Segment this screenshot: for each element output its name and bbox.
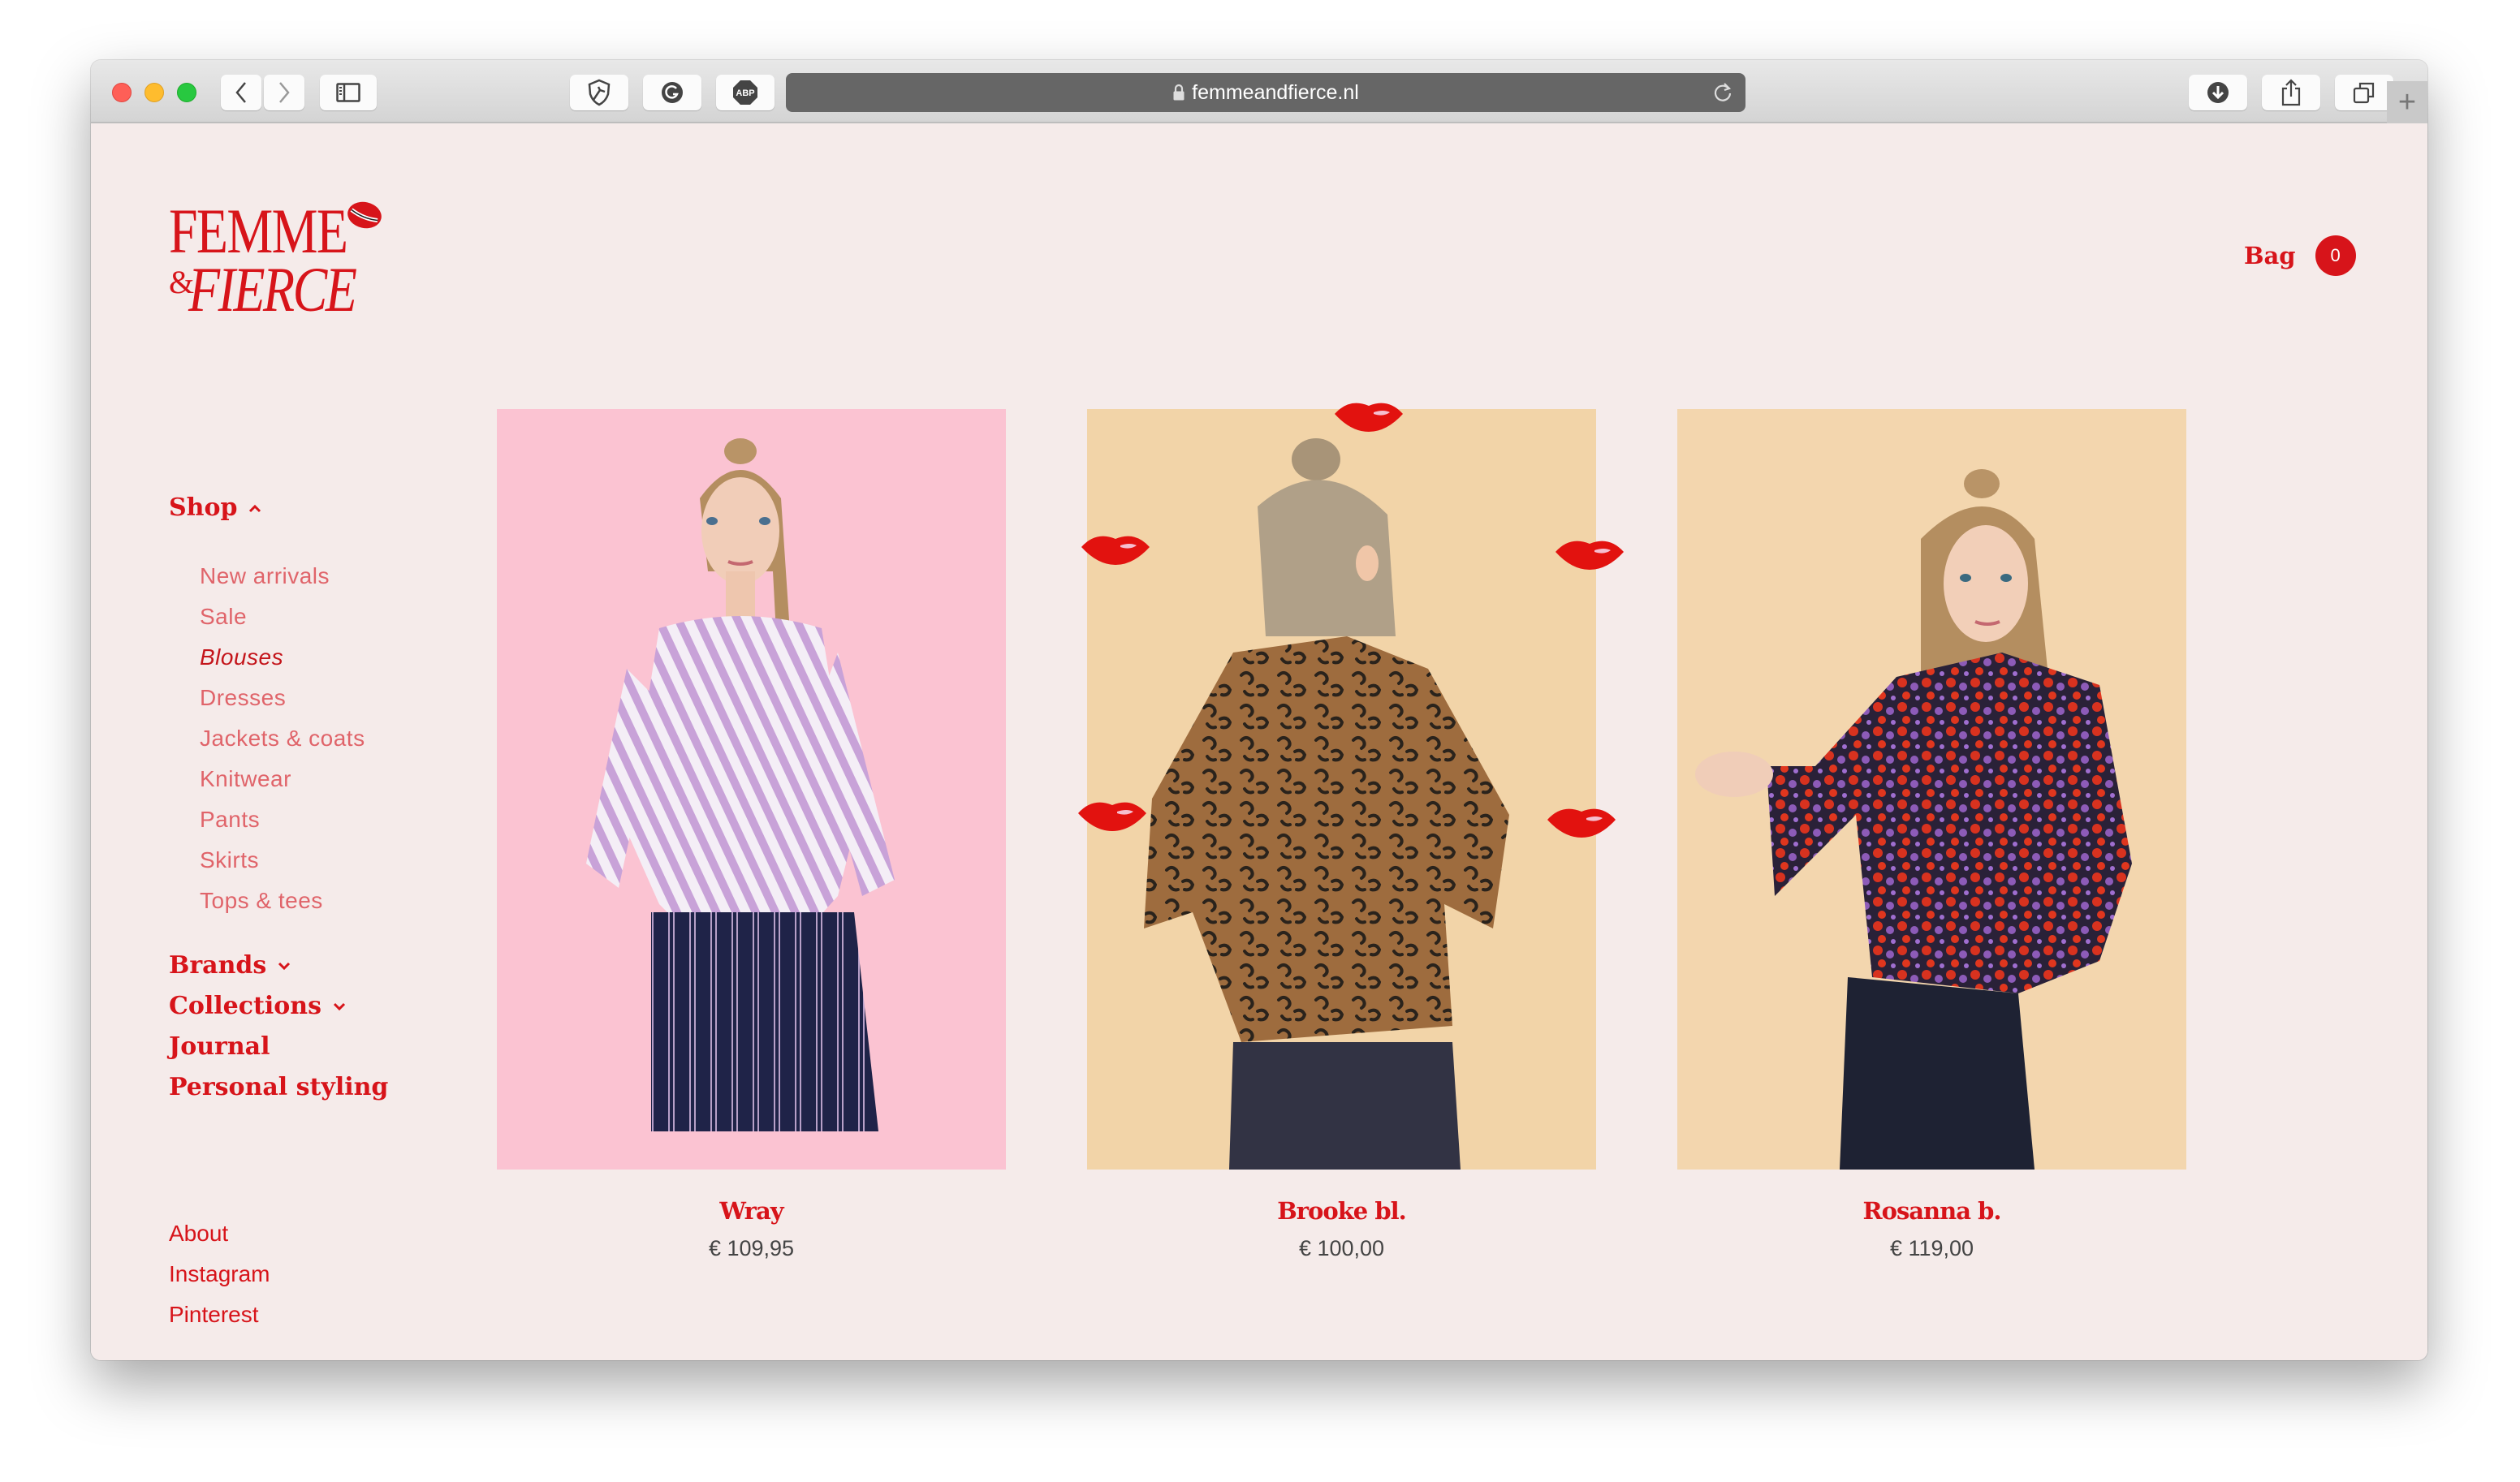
close-window-button[interactable] <box>112 83 132 102</box>
product-price: € 100,00 <box>1298 1236 1385 1260</box>
grammarly-icon <box>660 80 684 105</box>
chevron-up-icon <box>248 503 261 513</box>
footer-link-instagram[interactable]: Instagram <box>169 1261 270 1287</box>
address-bar[interactable]: femmeandfierce.nl <box>786 73 1745 112</box>
product-name[interactable]: Wray <box>497 1197 1006 1225</box>
nav-tops-tees[interactable]: Tops & tees <box>200 888 323 914</box>
sidebar-icon <box>336 83 360 102</box>
nav-personal-styling-label: Personal styling <box>169 1073 389 1101</box>
new-tab-button[interactable]: + <box>2387 81 2427 123</box>
product-image[interactable] <box>1087 409 1596 1170</box>
chevron-right-icon <box>276 80 292 105</box>
logo-line-fierce: FIERCE <box>188 254 357 325</box>
fullscreen-window-button[interactable] <box>177 83 196 102</box>
product-image[interactable] <box>1677 409 2186 1170</box>
chevron-down-icon <box>278 961 291 971</box>
lips-icon <box>1546 802 1617 843</box>
back-button[interactable] <box>221 75 261 110</box>
grammarly-extension-button[interactable] <box>643 75 701 110</box>
nav-collections[interactable]: Collections <box>169 992 346 1020</box>
nav-pants[interactable]: Pants <box>200 807 260 833</box>
product-card[interactable]: Wray € 109,95 <box>497 409 1006 1261</box>
bag-label: Bag <box>2244 242 2296 269</box>
product-card[interactable]: Rosanna b. € 119,00 <box>1677 409 2186 1261</box>
nav-sale[interactable]: Sale <box>200 604 247 630</box>
bag-count-badge: 0 <box>2315 235 2356 276</box>
shield-extension-button[interactable] <box>570 75 628 110</box>
nav-personal-styling[interactable]: Personal styling <box>169 1073 388 1101</box>
nav-journal[interactable]: Journal <box>169 1032 270 1061</box>
product-name[interactable]: Brooke bl. <box>1087 1197 1596 1225</box>
plus-icon: + <box>2397 84 2417 119</box>
nav-new-arrivals[interactable]: New arrivals <box>200 563 330 589</box>
product-card[interactable]: Brooke bl. € 100,00 <box>1087 409 1596 1261</box>
lips-icon <box>1080 529 1151 571</box>
product-price: € 119,00 <box>1889 1236 1974 1260</box>
nav-brands[interactable]: Brands <box>169 951 291 980</box>
nav-blouses[interactable]: Blouses <box>200 644 283 670</box>
forward-button[interactable] <box>264 75 304 110</box>
adblock-plus-icon: ABP <box>731 79 759 106</box>
browser-toolbar: ABP femmeandfierce.nl + <box>91 60 2427 123</box>
adblock-extension-button[interactable]: ABP <box>716 75 775 110</box>
shield-extension-icon <box>587 79 611 106</box>
svg-text:ABP: ABP <box>736 88 754 98</box>
brand-logo[interactable]: FEMME & FIERCE <box>169 200 396 321</box>
footer-link-pinterest[interactable]: Pinterest <box>169 1302 259 1328</box>
chevron-left-icon <box>233 80 249 105</box>
product-name[interactable]: Rosanna b. <box>1677 1197 2186 1225</box>
tab-overview-button[interactable] <box>2335 75 2393 110</box>
minimize-window-button[interactable] <box>145 83 164 102</box>
nav-shop-label: Shop <box>169 493 238 522</box>
nav-skirts[interactable]: Skirts <box>200 847 259 873</box>
lock-icon <box>1172 84 1185 101</box>
lips-icon <box>1333 396 1405 437</box>
browser-window: ABP femmeandfierce.nl + FEMME & FIERCE B… <box>91 60 2427 1360</box>
reload-button[interactable] <box>1711 81 1734 110</box>
lips-icon <box>1077 795 1148 837</box>
product-image[interactable] <box>497 409 1006 1170</box>
lips-icon <box>1554 534 1625 575</box>
nav-shop[interactable]: Shop <box>169 493 261 522</box>
lips-logo-icon <box>346 200 383 235</box>
nav-knitwear[interactable]: Knitwear <box>200 766 291 792</box>
web-page: FEMME & FIERCE Bag 0 Shop New arrivals S… <box>91 125 2427 1360</box>
tab-overview-icon <box>2353 81 2375 104</box>
share-icon <box>2281 79 2302 106</box>
url-text: femmeandfierce.nl <box>1192 80 1359 104</box>
share-button[interactable] <box>2262 75 2320 110</box>
download-icon <box>2207 81 2229 104</box>
nav-dresses[interactable]: Dresses <box>200 685 286 711</box>
sidebar-toggle-button[interactable] <box>320 75 377 110</box>
chevron-down-icon <box>333 1002 346 1011</box>
downloads-button[interactable] <box>2189 75 2247 110</box>
footer-link-about[interactable]: About <box>169 1221 228 1247</box>
nav-journal-label: Journal <box>169 1032 270 1061</box>
nav-collections-label: Collections <box>169 992 321 1020</box>
product-price: € 109,95 <box>708 1236 795 1260</box>
nav-brands-label: Brands <box>169 951 267 980</box>
bag-button[interactable]: Bag 0 <box>2244 235 2356 276</box>
nav-jackets-coats[interactable]: Jackets & coats <box>200 726 365 752</box>
